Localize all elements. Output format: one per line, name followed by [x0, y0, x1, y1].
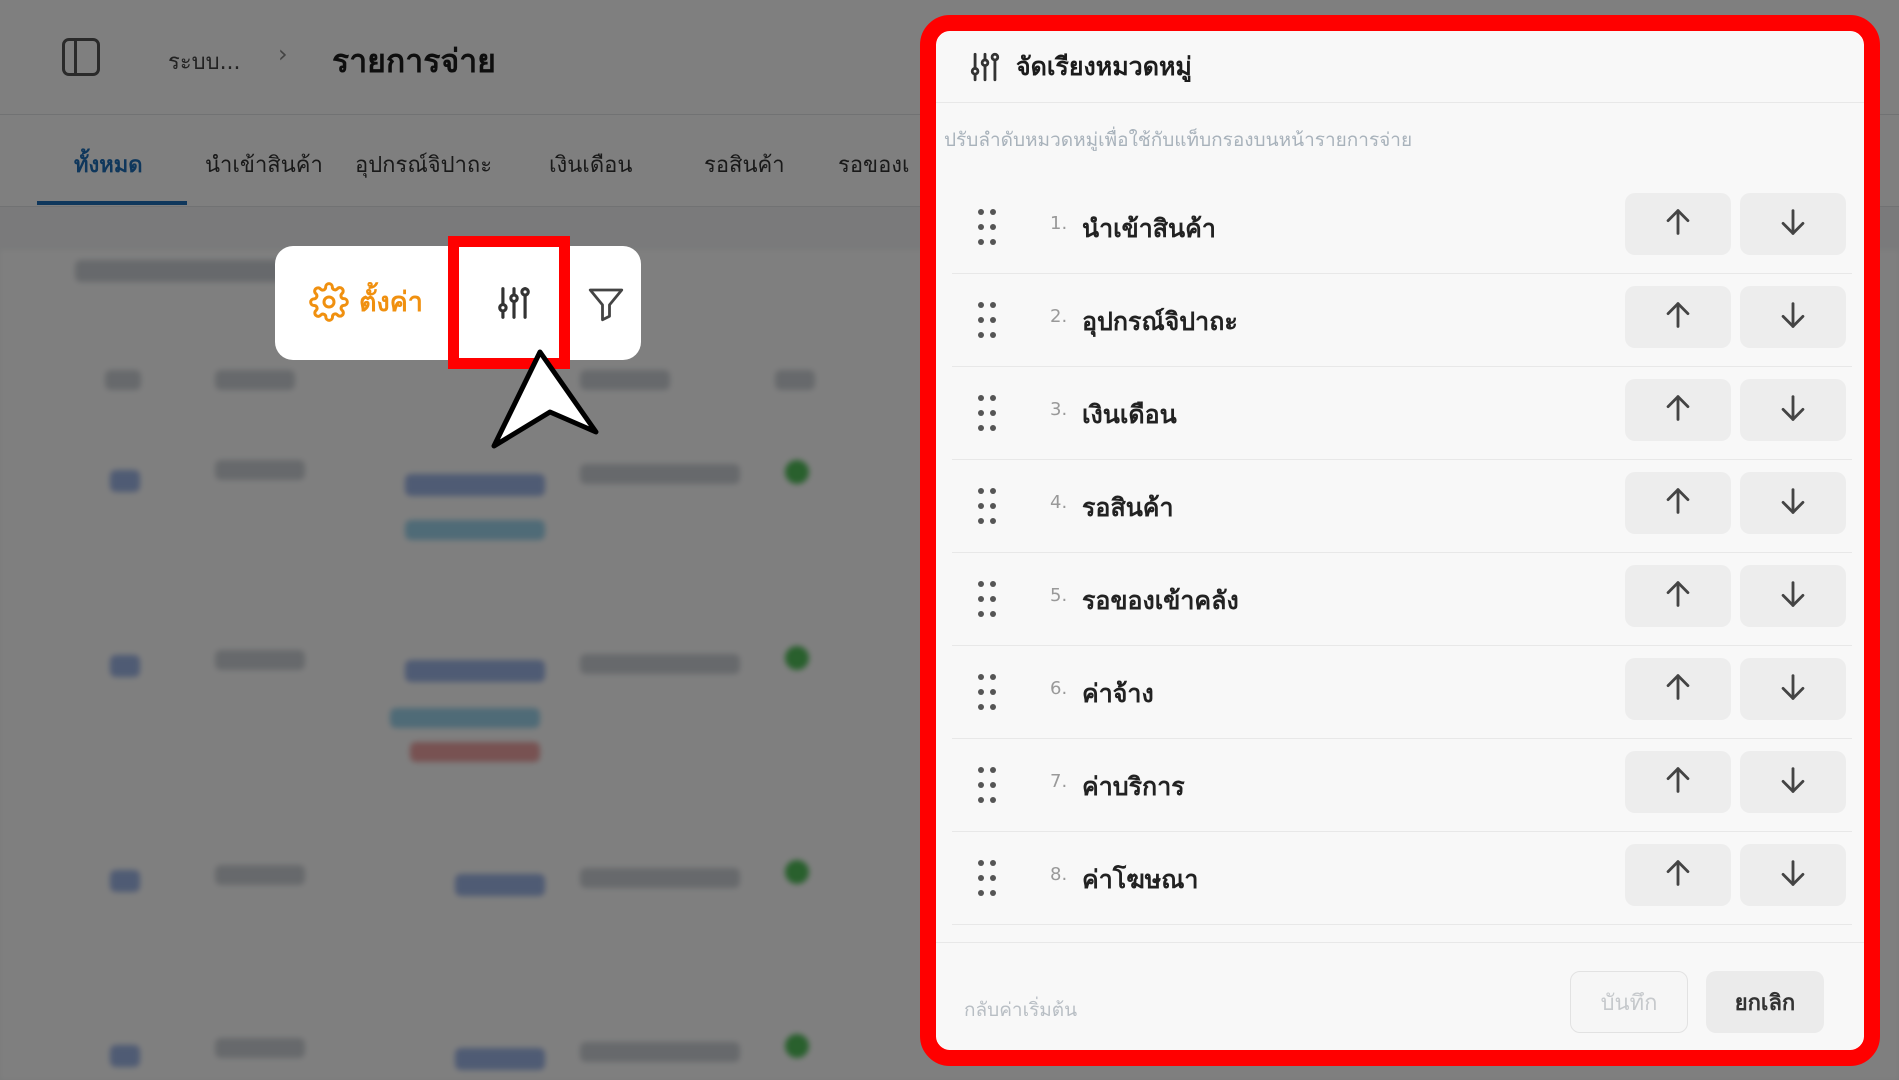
- row-label: ค่าโฆษณา: [1082, 865, 1199, 894]
- drag-handle-icon[interactable]: [978, 488, 1002, 528]
- arrow-up-icon: [1661, 763, 1695, 801]
- row-label: ค่าบริการ: [1082, 772, 1185, 801]
- drag-handle-icon[interactable]: [978, 581, 1002, 621]
- move-down-button[interactable]: [1740, 472, 1846, 534]
- arrow-down-icon: [1776, 298, 1810, 336]
- row-label: อุปกรณ์จิปาถะ: [1082, 307, 1238, 336]
- filter-icon: [588, 288, 624, 322]
- sliders-icon: [970, 52, 1000, 81]
- drag-handle-icon[interactable]: [978, 395, 1002, 435]
- panel-footer: กลับค่าเริ่มต้น บันทึก ยกเลิก: [936, 942, 1864, 1050]
- row-number: 3.: [1050, 399, 1068, 420]
- row-number: 2.: [1050, 306, 1068, 327]
- move-up-button[interactable]: [1625, 472, 1731, 534]
- move-up-button[interactable]: [1625, 658, 1731, 720]
- row-number: 1.: [1050, 213, 1068, 234]
- category-row[interactable]: 6. ค่าจ้าง: [952, 646, 1852, 739]
- panel-header: จัดเรียงหมวดหมู่: [936, 31, 1864, 103]
- arrow-down-icon: [1776, 391, 1810, 429]
- move-up-button[interactable]: [1625, 565, 1731, 627]
- arrow-up-icon: [1661, 856, 1695, 894]
- move-down-button[interactable]: [1740, 751, 1846, 813]
- row-number: 7.: [1050, 771, 1068, 792]
- move-up-button[interactable]: [1625, 751, 1731, 813]
- move-up-button[interactable]: [1625, 193, 1731, 255]
- panel-title: จัดเรียงหมวดหมู่: [1016, 51, 1192, 81]
- move-down-button[interactable]: [1740, 565, 1846, 627]
- save-button[interactable]: บันทึก: [1570, 971, 1688, 1033]
- row-label: นำเข้าสินค้า: [1082, 214, 1216, 243]
- reset-default-button[interactable]: กลับค่าเริ่มต้น: [964, 995, 1077, 1025]
- cancel-button[interactable]: ยกเลิก: [1706, 971, 1824, 1033]
- move-down-button[interactable]: [1740, 286, 1846, 348]
- arrow-up-icon: [1661, 298, 1695, 336]
- move-down-button[interactable]: [1740, 379, 1846, 441]
- row-label: ค่าจ้าง: [1082, 679, 1154, 708]
- move-up-button[interactable]: [1625, 844, 1731, 906]
- row-number: 5.: [1050, 585, 1068, 606]
- gear-icon: [309, 281, 349, 322]
- arrow-up-icon: [1661, 205, 1695, 243]
- move-down-button[interactable]: [1740, 193, 1846, 255]
- category-row[interactable]: 8. ค่าโฆษณา: [952, 832, 1852, 925]
- row-number: 4.: [1050, 492, 1068, 513]
- arrow-up-icon: [1661, 391, 1695, 429]
- sort-categories-button[interactable]: [476, 248, 552, 358]
- arrow-down-icon: [1776, 484, 1810, 522]
- row-number: 8.: [1050, 864, 1068, 885]
- settings-label: ตั้งค่า: [359, 287, 423, 318]
- sort-categories-panel: จัดเรียงหมวดหมู่ ปรับลำดับหมวดหมู่เพื่อใ…: [936, 31, 1864, 1050]
- sliders-icon: [498, 287, 530, 319]
- drag-handle-icon[interactable]: [978, 860, 1002, 900]
- arrow-down-icon: [1776, 856, 1810, 894]
- drag-handle-icon[interactable]: [978, 674, 1002, 714]
- arrow-down-icon: [1776, 670, 1810, 708]
- mouse-cursor-icon: [491, 349, 599, 449]
- row-label: เงินเดือน: [1082, 400, 1177, 429]
- category-row[interactable]: 1. นำเข้าสินค้า: [952, 181, 1852, 274]
- arrow-down-icon: [1776, 205, 1810, 243]
- filter-button[interactable]: [580, 278, 632, 330]
- row-number: 6.: [1050, 678, 1068, 699]
- arrow-down-icon: [1776, 763, 1810, 801]
- drag-handle-icon[interactable]: [978, 209, 1002, 249]
- move-down-button[interactable]: [1740, 658, 1846, 720]
- arrow-up-icon: [1661, 670, 1695, 708]
- settings-button[interactable]: ตั้งค่า: [309, 280, 423, 323]
- category-row[interactable]: 5. รอของเข้าคลัง: [952, 553, 1852, 646]
- arrow-up-icon: [1661, 577, 1695, 615]
- category-row[interactable]: 2. อุปกรณ์จิปาถะ: [952, 274, 1852, 367]
- move-up-button[interactable]: [1625, 286, 1731, 348]
- move-down-button[interactable]: [1740, 844, 1846, 906]
- move-up-button[interactable]: [1625, 379, 1731, 441]
- drag-handle-icon[interactable]: [978, 302, 1002, 342]
- category-row[interactable]: 7. ค่าบริการ: [952, 739, 1852, 832]
- arrow-up-icon: [1661, 484, 1695, 522]
- arrow-down-icon: [1776, 577, 1810, 615]
- category-list: 1. นำเข้าสินค้า 2. อุปกรณ์จิปาถะ 3. เงินเดือน…: [952, 181, 1852, 925]
- row-label: รอสินค้า: [1082, 493, 1174, 522]
- category-row[interactable]: 4. รอสินค้า: [952, 460, 1852, 553]
- row-label: รอของเข้าคลัง: [1082, 586, 1239, 615]
- panel-description: ปรับลำดับหมวดหมู่เพื่อใช้กับแท็บกรองบนหน…: [944, 129, 1413, 151]
- drag-handle-icon[interactable]: [978, 767, 1002, 807]
- category-row[interactable]: 3. เงินเดือน: [952, 367, 1852, 460]
